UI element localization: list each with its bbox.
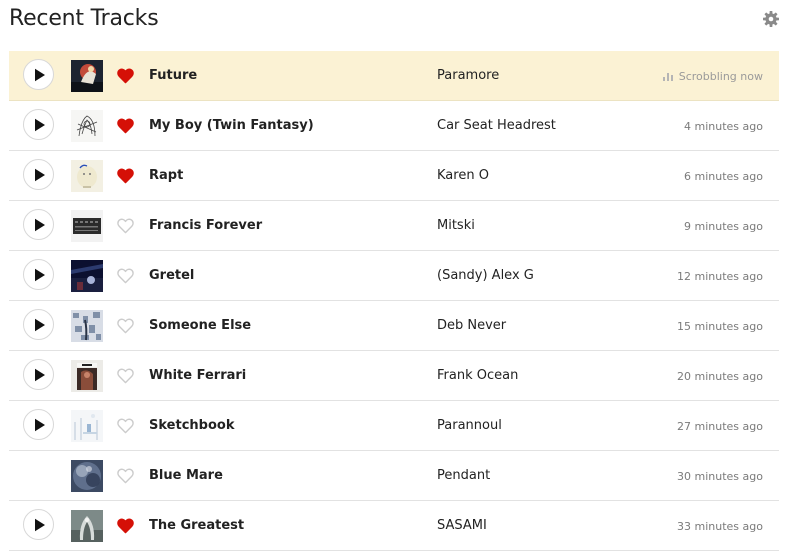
track-name[interactable]: Gretel — [149, 268, 194, 283]
gear-icon[interactable] — [762, 10, 780, 28]
artist-name[interactable]: Frank Ocean — [437, 368, 518, 383]
album-art[interactable] — [71, 460, 103, 492]
timestamp: 12 minutes ago — [677, 270, 763, 283]
heart-outline-icon[interactable] — [117, 368, 134, 384]
play-icon — [35, 268, 45, 282]
track-name[interactable]: Francis Forever — [149, 218, 262, 233]
album-art[interactable] — [71, 60, 103, 92]
play-button[interactable] — [23, 159, 54, 190]
play-button[interactable] — [23, 59, 54, 90]
artist-name[interactable]: Pendant — [437, 468, 490, 483]
play-button[interactable] — [23, 359, 54, 390]
artist-name[interactable]: Deb Never — [437, 318, 506, 333]
heart-outline-icon[interactable] — [117, 468, 134, 484]
artist-name[interactable]: Paramore — [437, 68, 499, 83]
play-icon — [35, 518, 45, 532]
track-name[interactable]: White Ferrari — [149, 368, 246, 383]
album-art[interactable] — [71, 510, 103, 542]
track-name[interactable]: Someone Else — [149, 318, 251, 333]
album-art[interactable] — [71, 210, 103, 242]
recent-tracks-list: Future Paramore Scrobbling now My Boy (Twin… — [9, 51, 779, 551]
track-name[interactable]: The Greatest — [149, 518, 244, 533]
track-row: Future Paramore Scrobbling now — [9, 51, 779, 101]
album-art[interactable] — [71, 160, 103, 192]
heart-outline-icon[interactable] — [117, 268, 134, 284]
heart-filled-icon[interactable] — [117, 518, 134, 534]
timestamp: Scrobbling now — [678, 70, 763, 83]
timestamp: 33 minutes ago — [677, 520, 763, 533]
heart-outline-icon[interactable] — [117, 218, 134, 234]
album-art[interactable] — [71, 260, 103, 292]
page-title: Recent Tracks — [9, 6, 159, 31]
scrobbling-status: Scrobbling now — [662, 70, 763, 84]
track-row: Sketchbook Parannoul 27 minutes ago — [9, 401, 779, 451]
track-row: Someone Else Deb Never 15 minutes ago — [9, 301, 779, 351]
track-row: My Boy (Twin Fantasy) Car Seat Headrest 4 … — [9, 101, 779, 151]
album-art[interactable] — [71, 310, 103, 342]
play-button[interactable] — [23, 259, 54, 290]
timestamp: 30 minutes ago — [677, 470, 763, 483]
play-icon — [35, 418, 45, 432]
artist-name[interactable]: Parannoul — [437, 418, 502, 433]
play-button[interactable] — [23, 109, 54, 140]
heart-filled-icon[interactable] — [117, 168, 134, 184]
album-art[interactable] — [71, 360, 103, 392]
track-row: The Greatest SASAMI 33 minutes ago — [9, 501, 779, 551]
timestamp: 15 minutes ago — [677, 320, 763, 333]
artist-name[interactable]: SASAMI — [437, 518, 487, 533]
timestamp: 20 minutes ago — [677, 370, 763, 383]
playing-bars-icon — [662, 71, 673, 84]
track-name[interactable]: Future — [149, 68, 197, 83]
album-art[interactable] — [71, 110, 103, 142]
play-icon — [35, 368, 45, 382]
album-art[interactable] — [71, 410, 103, 442]
play-icon — [35, 168, 45, 182]
artist-name[interactable]: Mitski — [437, 218, 475, 233]
play-icon — [35, 218, 45, 232]
track-name[interactable]: Sketchbook — [149, 418, 234, 433]
artist-name[interactable]: Karen O — [437, 168, 489, 183]
artist-name[interactable]: Car Seat Headrest — [437, 118, 556, 133]
play-button[interactable] — [23, 309, 54, 340]
play-icon — [35, 68, 45, 82]
heart-filled-icon[interactable] — [117, 68, 134, 84]
play-icon — [35, 318, 45, 332]
play-button[interactable] — [23, 209, 54, 240]
track-row: Rapt Karen O 6 minutes ago — [9, 151, 779, 201]
track-name[interactable]: My Boy (Twin Fantasy) — [149, 118, 314, 133]
timestamp: 27 minutes ago — [677, 420, 763, 433]
play-button[interactable] — [23, 409, 54, 440]
track-name[interactable]: Blue Mare — [149, 468, 223, 483]
track-row: Francis Forever Mitski 9 minutes ago — [9, 201, 779, 251]
track-row: Gretel (Sandy) Alex G 12 minutes ago — [9, 251, 779, 301]
heart-filled-icon[interactable] — [117, 118, 134, 134]
play-button[interactable] — [23, 509, 54, 540]
timestamp: 6 minutes ago — [684, 170, 763, 183]
artist-name[interactable]: (Sandy) Alex G — [437, 268, 534, 283]
timestamp: 4 minutes ago — [684, 120, 763, 133]
track-name[interactable]: Rapt — [149, 168, 183, 183]
heart-outline-icon[interactable] — [117, 418, 134, 434]
heart-outline-icon[interactable] — [117, 318, 134, 334]
page-header: Recent Tracks — [8, 0, 780, 44]
track-row: White Ferrari Frank Ocean 20 minutes ago — [9, 351, 779, 401]
timestamp: 9 minutes ago — [684, 220, 763, 233]
track-row: Blue Mare Pendant 30 minutes ago — [9, 451, 779, 501]
play-icon — [35, 118, 45, 132]
